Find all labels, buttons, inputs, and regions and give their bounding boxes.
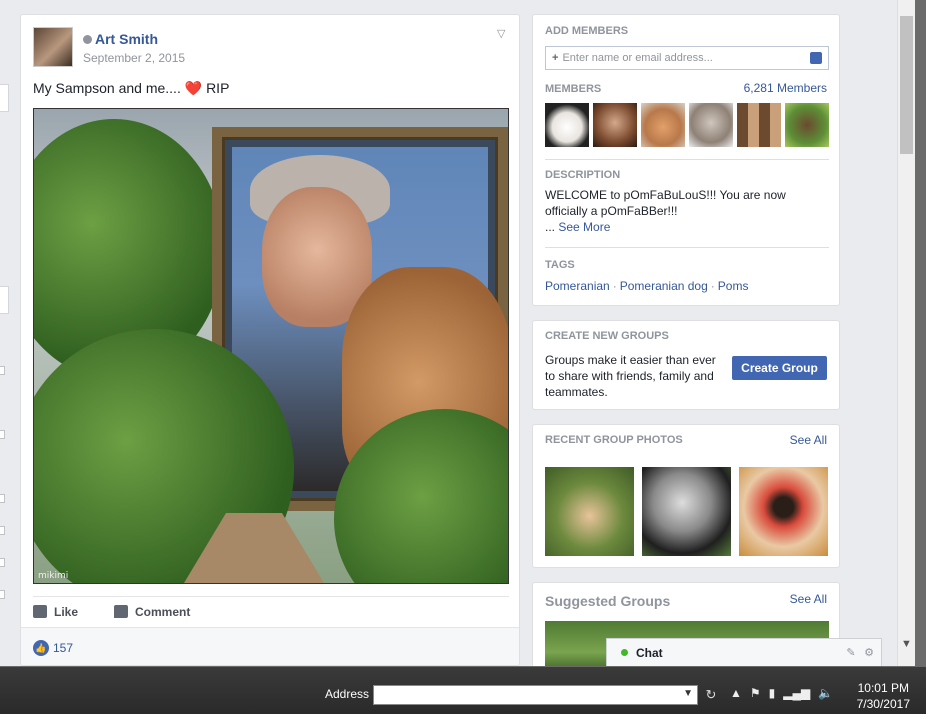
recent-photo[interactable] (739, 467, 828, 556)
recent-photo[interactable] (545, 467, 634, 556)
tag-separator: · (710, 279, 715, 293)
like-count[interactable]: 157 (53, 641, 73, 655)
admin-badge-icon (83, 34, 92, 44)
thumbs-up-icon (33, 605, 47, 618)
add-members-input[interactable]: + Enter name or email address... (545, 46, 829, 70)
network-signal-icon[interactable]: ▂▄▆ (783, 686, 810, 700)
page-scrollbar[interactable]: ▼ (897, 0, 915, 666)
add-members-title: ADD MEMBERS (545, 25, 629, 37)
windows-taskbar: Address ▼ ↻ ▲ ⚑ ▮ ▂▄▆ 🔈 10:01 PM 7/30/20… (0, 666, 926, 714)
tag-link[interactable]: Poms (718, 279, 749, 293)
battery-icon[interactable]: ▮ (769, 686, 776, 700)
chat-tab[interactable]: Chat ✎ ⚙ (606, 638, 882, 666)
members-title: MEMBERS (545, 83, 602, 95)
add-members-placeholder: Enter name or email address... (562, 52, 713, 64)
member-avatar[interactable] (785, 103, 829, 147)
flag-icon[interactable]: ⚑ (750, 686, 761, 700)
divider (545, 247, 829, 248)
post-photo[interactable]: mikimi (33, 108, 509, 584)
recent-group-photos-card: RECENT GROUP PHOTOS See All (532, 424, 840, 568)
comment-button[interactable]: Comment (114, 605, 190, 619)
member-avatar[interactable] (545, 103, 589, 147)
divider (545, 159, 829, 160)
create-groups-card: CREATE NEW GROUPS Groups make it easier … (532, 320, 840, 410)
like-label: Like (54, 604, 79, 619)
description-title: DESCRIPTION (545, 169, 621, 181)
left-panel-nub (0, 84, 9, 112)
online-status-dot (621, 649, 628, 656)
recent-photos-title: RECENT GROUP PHOTOS (545, 434, 683, 446)
recent-photos-grid (545, 467, 828, 556)
suggested-see-all[interactable]: See All (790, 592, 827, 606)
left-panel-tick (0, 366, 5, 375)
address-book-icon[interactable] (810, 52, 822, 64)
create-groups-text: Groups make it easier than ever to share… (545, 353, 716, 399)
post-card: Art Smith September 2, 2015 ▽ My Sampson… (20, 14, 520, 666)
description-text: WELCOME to pOmFaBuLouS!!! You are now of… (545, 188, 786, 218)
window-edge (915, 0, 926, 666)
left-panel-tick (0, 590, 5, 599)
chevron-down-icon[interactable]: ▽ (497, 27, 509, 40)
post-text-after: RIP (206, 80, 230, 96)
gear-icon[interactable]: ⚙ (863, 647, 875, 659)
create-groups-title: CREATE NEW GROUPS (545, 330, 669, 342)
like-reaction-icon: 👍 (33, 639, 49, 656)
post-actions: Like Comment (33, 596, 509, 626)
heart-emoji: ❤️ (184, 80, 203, 96)
members-thumbnails (545, 103, 829, 147)
system-tray: ▲ ⚑ ▮ ▂▄▆ 🔈 (730, 686, 833, 700)
left-panel-tick (0, 558, 5, 567)
recent-photo[interactable] (642, 467, 731, 556)
plus-icon: + (552, 52, 559, 64)
left-column-edge (0, 0, 20, 666)
post-author[interactable]: Art Smith (83, 31, 158, 47)
taskbar-clock[interactable]: 10:01 PM 7/30/2017 (857, 680, 910, 712)
left-panel-tick (0, 494, 5, 503)
volume-icon[interactable]: 🔈 (818, 686, 833, 700)
member-avatar[interactable] (737, 103, 781, 147)
post-text-body: My Sampson and me.... (33, 80, 181, 96)
address-label: Address (325, 687, 370, 701)
group-description: WELCOME to pOmFaBuLouS!!! You are now of… (545, 187, 815, 235)
compose-icon[interactable]: ✎ (845, 647, 857, 659)
like-button[interactable]: Like (33, 605, 78, 619)
suggested-groups-title: Suggested Groups (545, 593, 671, 609)
tag-separator: · (612, 279, 617, 293)
member-avatar[interactable] (689, 103, 733, 147)
clock-time: 10:01 PM (857, 681, 909, 695)
member-avatar[interactable] (641, 103, 685, 147)
comment-bubble-icon (114, 605, 129, 618)
chat-label[interactable]: Chat (636, 646, 845, 660)
recent-photos-see-all[interactable]: See All (790, 433, 827, 447)
scroll-down-arrow-icon[interactable]: ▼ (901, 638, 912, 650)
group-about-card: ADD MEMBERS + Enter name or email addres… (532, 14, 840, 306)
author-avatar[interactable] (33, 27, 73, 67)
reactions-bar[interactable]: 👍 157 (21, 627, 519, 665)
address-dropdown-icon[interactable]: ▼ (683, 688, 693, 699)
see-more-link[interactable]: See More (558, 220, 610, 234)
tag-link[interactable]: Pomeranian (545, 279, 610, 293)
members-count-link[interactable]: 6,281 Members (744, 81, 827, 95)
tags-title: TAGS (545, 259, 575, 271)
refresh-icon[interactable]: ↻ (702, 686, 720, 704)
create-group-button[interactable]: Create Group (732, 356, 827, 380)
address-input[interactable]: ▼ (373, 685, 698, 705)
clock-date: 7/30/2017 (856, 697, 910, 711)
photo-watermark: mikimi (38, 571, 69, 581)
tags-list: Pomeranian · Pomeranian dog · Poms (545, 279, 748, 293)
scrollbar-thumb[interactable] (900, 16, 913, 154)
comment-label: Comment (135, 604, 191, 619)
see-more-prefix: ... (545, 220, 556, 234)
tray-expand-icon[interactable]: ▲ (730, 686, 742, 700)
post-author-name[interactable]: Art Smith (95, 31, 158, 47)
post-date[interactable]: September 2, 2015 (83, 51, 185, 65)
member-avatar[interactable] (593, 103, 637, 147)
tag-link[interactable]: Pomeranian dog (620, 279, 708, 293)
left-panel-tick (0, 526, 5, 535)
left-panel-tick (0, 430, 5, 439)
post-text: My Sampson and me.... ❤️ RIP (33, 80, 229, 97)
left-panel-nub (0, 286, 9, 314)
